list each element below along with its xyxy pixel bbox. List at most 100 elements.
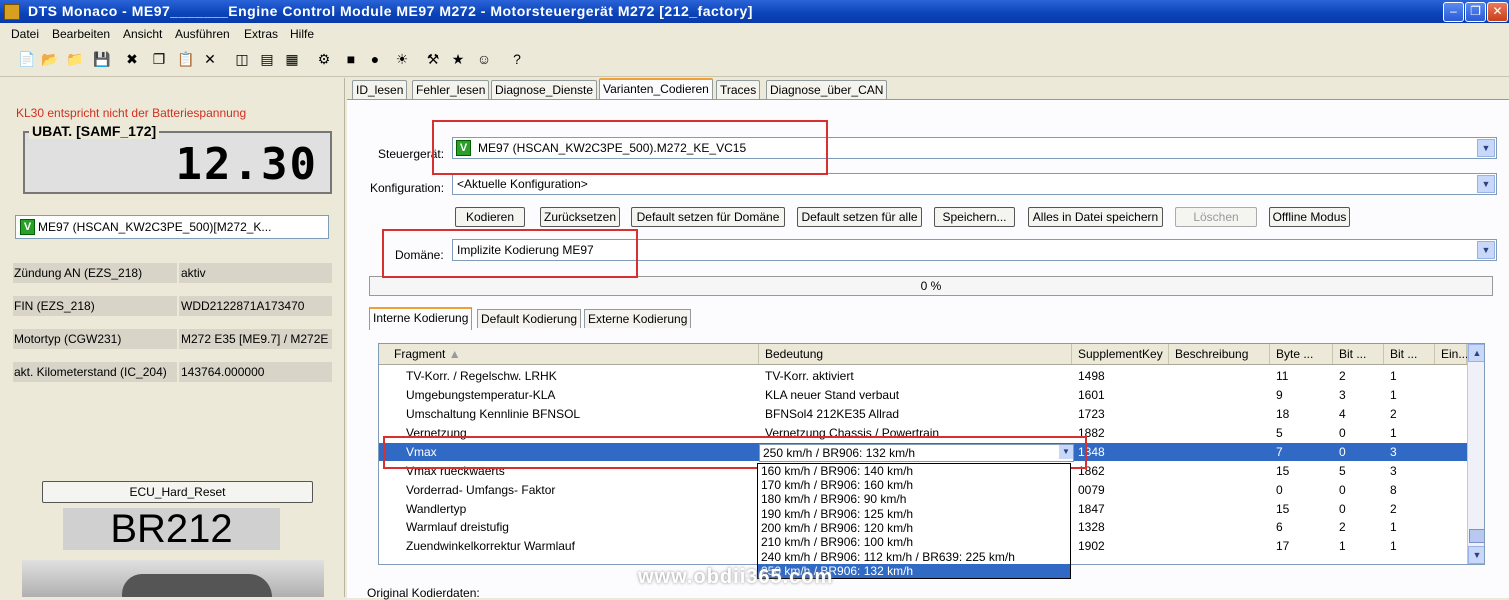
konfiguration-combo[interactable]: <Aktuelle Konfiguration> ▼ bbox=[452, 173, 1497, 195]
delete-icon[interactable]: ✕ bbox=[202, 51, 218, 67]
kodieren-button[interactable]: Kodieren bbox=[455, 207, 525, 227]
menu-ausfuehren[interactable]: Ausführen bbox=[175, 27, 230, 41]
dropdown-option[interactable]: 190 km/h / BR906: 125 km/h bbox=[758, 507, 1070, 521]
tab-varianten-codieren[interactable]: Varianten_Codieren bbox=[599, 78, 713, 101]
dropdown-option[interactable]: 180 km/h / BR906: 90 km/h bbox=[758, 492, 1070, 506]
dropdown-option[interactable]: 170 km/h / BR906: 160 km/h bbox=[758, 478, 1070, 492]
cell-supplementkey: 1498 bbox=[1078, 369, 1105, 383]
maximize-button[interactable]: ❐ bbox=[1465, 2, 1486, 22]
close-button[interactable]: ✕ bbox=[1487, 2, 1508, 22]
menu-ansicht[interactable]: Ansicht bbox=[123, 27, 162, 41]
tool-icon[interactable]: ⚒ bbox=[425, 51, 441, 67]
info-key: Motortyp (CGW231) bbox=[13, 329, 177, 349]
cell-bit2: 1 bbox=[1390, 369, 1397, 383]
cell-byte: 15 bbox=[1276, 464, 1290, 478]
tab-interne-kodierung[interactable]: Interne Kodierung bbox=[369, 307, 473, 330]
zuruecksetzen-button[interactable]: Zurücksetzen bbox=[540, 207, 620, 227]
menu-datei[interactable]: Datei bbox=[11, 27, 39, 41]
cut-icon[interactable]: ✖ bbox=[124, 51, 140, 67]
new-file-icon[interactable]: 📄 bbox=[18, 51, 35, 67]
cell-fragment: Zuendwinkelkorrektur Warmlauf bbox=[406, 539, 575, 553]
speichern-button[interactable]: Speichern... bbox=[934, 207, 1015, 227]
default-domaene-button[interactable]: Default setzen für Domäne bbox=[631, 207, 785, 227]
ubat-label: UBAT. [SAMF_172] bbox=[29, 123, 160, 139]
col-byte[interactable]: Byte ... bbox=[1270, 344, 1333, 364]
dropdown-option[interactable]: 210 km/h / BR906: 100 km/h bbox=[758, 535, 1070, 549]
col-bedeutung[interactable]: Bedeutung bbox=[759, 344, 1072, 364]
cell-byte: 18 bbox=[1276, 407, 1290, 421]
info-key: akt. Kilometerstand (IC_204) bbox=[13, 362, 177, 382]
offline-modus-button[interactable]: Offline Modus bbox=[1269, 207, 1350, 227]
grid-scrollbar[interactable]: ▲ ▼ bbox=[1467, 344, 1484, 564]
chevron-down-icon[interactable]: ▼ bbox=[1477, 175, 1495, 193]
cell-bit2: 1 bbox=[1390, 388, 1397, 402]
cell-bit1: 3 bbox=[1339, 388, 1346, 402]
menu-hilfe[interactable]: Hilfe bbox=[290, 27, 314, 41]
default-alle-button[interactable]: Default setzen für alle bbox=[797, 207, 922, 227]
chevron-down-icon[interactable]: ▼ bbox=[1477, 139, 1495, 157]
cell-bit2: 3 bbox=[1390, 464, 1397, 478]
tab-default-kodierung[interactable]: Default Kodierung bbox=[477, 309, 582, 328]
watermark: www.obdii365.com bbox=[638, 566, 834, 588]
col-bit1[interactable]: Bit ... bbox=[1333, 344, 1384, 364]
user-icon[interactable]: ☺ bbox=[476, 51, 492, 67]
layout-grid-icon[interactable]: ▦ bbox=[284, 51, 300, 67]
open-folder-icon[interactable]: 📂 bbox=[41, 51, 58, 67]
col-beschreibung[interactable]: Beschreibung bbox=[1169, 344, 1270, 364]
toolbar: 📄 📂 📁 💾 ✖ ❐ 📋 ✕ ◫ ▤ ▦ ⚙ ■ ● ☀ ⚒ ★ ☺ ? bbox=[0, 44, 1509, 77]
cell-bit1: 5 bbox=[1339, 464, 1346, 478]
grid-header: Fragment ▲ Bedeutung SupplementKey Besch… bbox=[379, 344, 1468, 365]
scroll-thumb[interactable] bbox=[1469, 529, 1484, 543]
variant-badge: V bbox=[20, 219, 35, 235]
table-row[interactable]: TV-Korr. / Regelschw. LRHK TV-Korr. akti… bbox=[379, 367, 1467, 385]
scroll-up-icon[interactable]: ▲ bbox=[1468, 344, 1484, 362]
ecu-selector[interactable]: V ME97 (HSCAN_KW2C3PE_500)[M272_K... bbox=[15, 215, 329, 239]
cell-bit1: 2 bbox=[1339, 520, 1346, 534]
cell-supplementkey: 0079 bbox=[1078, 483, 1105, 497]
tab-fehler-lesen[interactable]: Fehler_lesen bbox=[412, 80, 490, 99]
save-icon[interactable]: 💾 bbox=[93, 51, 110, 67]
table-row[interactable]: Umschaltung Kennlinie BFNSOL BFNSol4 212… bbox=[379, 405, 1467, 423]
ecu-hard-reset-button[interactable]: ECU_Hard_Reset bbox=[42, 481, 313, 503]
col-fragment[interactable]: Fragment ▲ bbox=[379, 344, 759, 364]
copy-icon[interactable]: ❐ bbox=[151, 51, 167, 67]
loeschen-button[interactable]: Löschen bbox=[1175, 207, 1257, 227]
settings-icon[interactable]: ☀ bbox=[394, 51, 410, 67]
cell-byte: 7 bbox=[1276, 445, 1283, 459]
cell-bit1: 0 bbox=[1339, 426, 1346, 440]
menu-bearbeiten[interactable]: Bearbeiten bbox=[52, 27, 110, 41]
tab-diagnose-ueber-can[interactable]: Diagnose_über_CAN bbox=[766, 80, 888, 99]
menu-extras[interactable]: Extras bbox=[244, 27, 278, 41]
minimize-button[interactable]: – bbox=[1443, 2, 1464, 22]
scroll-down-icon[interactable]: ▼ bbox=[1468, 546, 1484, 564]
dropdown-option[interactable]: 240 km/h / BR906: 112 km/h / BR639: 225 … bbox=[758, 550, 1070, 564]
open-recent-icon[interactable]: 📁 bbox=[66, 51, 83, 67]
chevron-down-icon[interactable]: ▼ bbox=[1477, 241, 1495, 259]
stop-icon[interactable]: ■ bbox=[343, 51, 359, 67]
col-supplementkey[interactable]: SupplementKey bbox=[1072, 344, 1169, 364]
tab-externe-kodierung[interactable]: Externe Kodierung bbox=[584, 309, 692, 328]
tab-diagnose-dienste[interactable]: Diagnose_Dienste bbox=[491, 80, 598, 99]
tab-traces[interactable]: Traces bbox=[716, 80, 761, 99]
info-key: Zündung AN (EZS_218) bbox=[13, 263, 177, 283]
col-ein[interactable]: Ein... bbox=[1435, 344, 1468, 364]
dropdown-option[interactable]: 200 km/h / BR906: 120 km/h bbox=[758, 521, 1070, 535]
car-image bbox=[22, 560, 324, 597]
alles-speichern-button[interactable]: Alles in Datei speichern bbox=[1028, 207, 1163, 227]
table-row[interactable]: Umgebungstemperatur-KLA KLA neuer Stand … bbox=[379, 386, 1467, 404]
cell-bit2: 1 bbox=[1390, 426, 1397, 440]
cell-fragment: Umschaltung Kennlinie BFNSOL bbox=[406, 407, 581, 421]
cell-fragment: Warmlauf dreistufig bbox=[406, 520, 509, 534]
help-icon[interactable]: ? bbox=[509, 51, 525, 67]
layout-left-icon[interactable]: ◫ bbox=[234, 51, 250, 67]
paste-icon[interactable]: 📋 bbox=[177, 51, 194, 67]
connect-icon[interactable]: ⚙ bbox=[316, 51, 332, 67]
col-bit2[interactable]: Bit ... bbox=[1384, 344, 1435, 364]
cell-bedeutung: TV-Korr. aktiviert bbox=[765, 369, 854, 383]
cell-byte: 9 bbox=[1276, 388, 1283, 402]
tab-id-lesen[interactable]: ID_lesen bbox=[352, 80, 408, 99]
dropdown-option[interactable]: 160 km/h / BR906: 140 km/h bbox=[758, 464, 1070, 478]
network-icon[interactable]: ★ bbox=[450, 51, 466, 67]
layout-split-icon[interactable]: ▤ bbox=[259, 51, 275, 67]
record-icon[interactable]: ● bbox=[367, 51, 383, 67]
